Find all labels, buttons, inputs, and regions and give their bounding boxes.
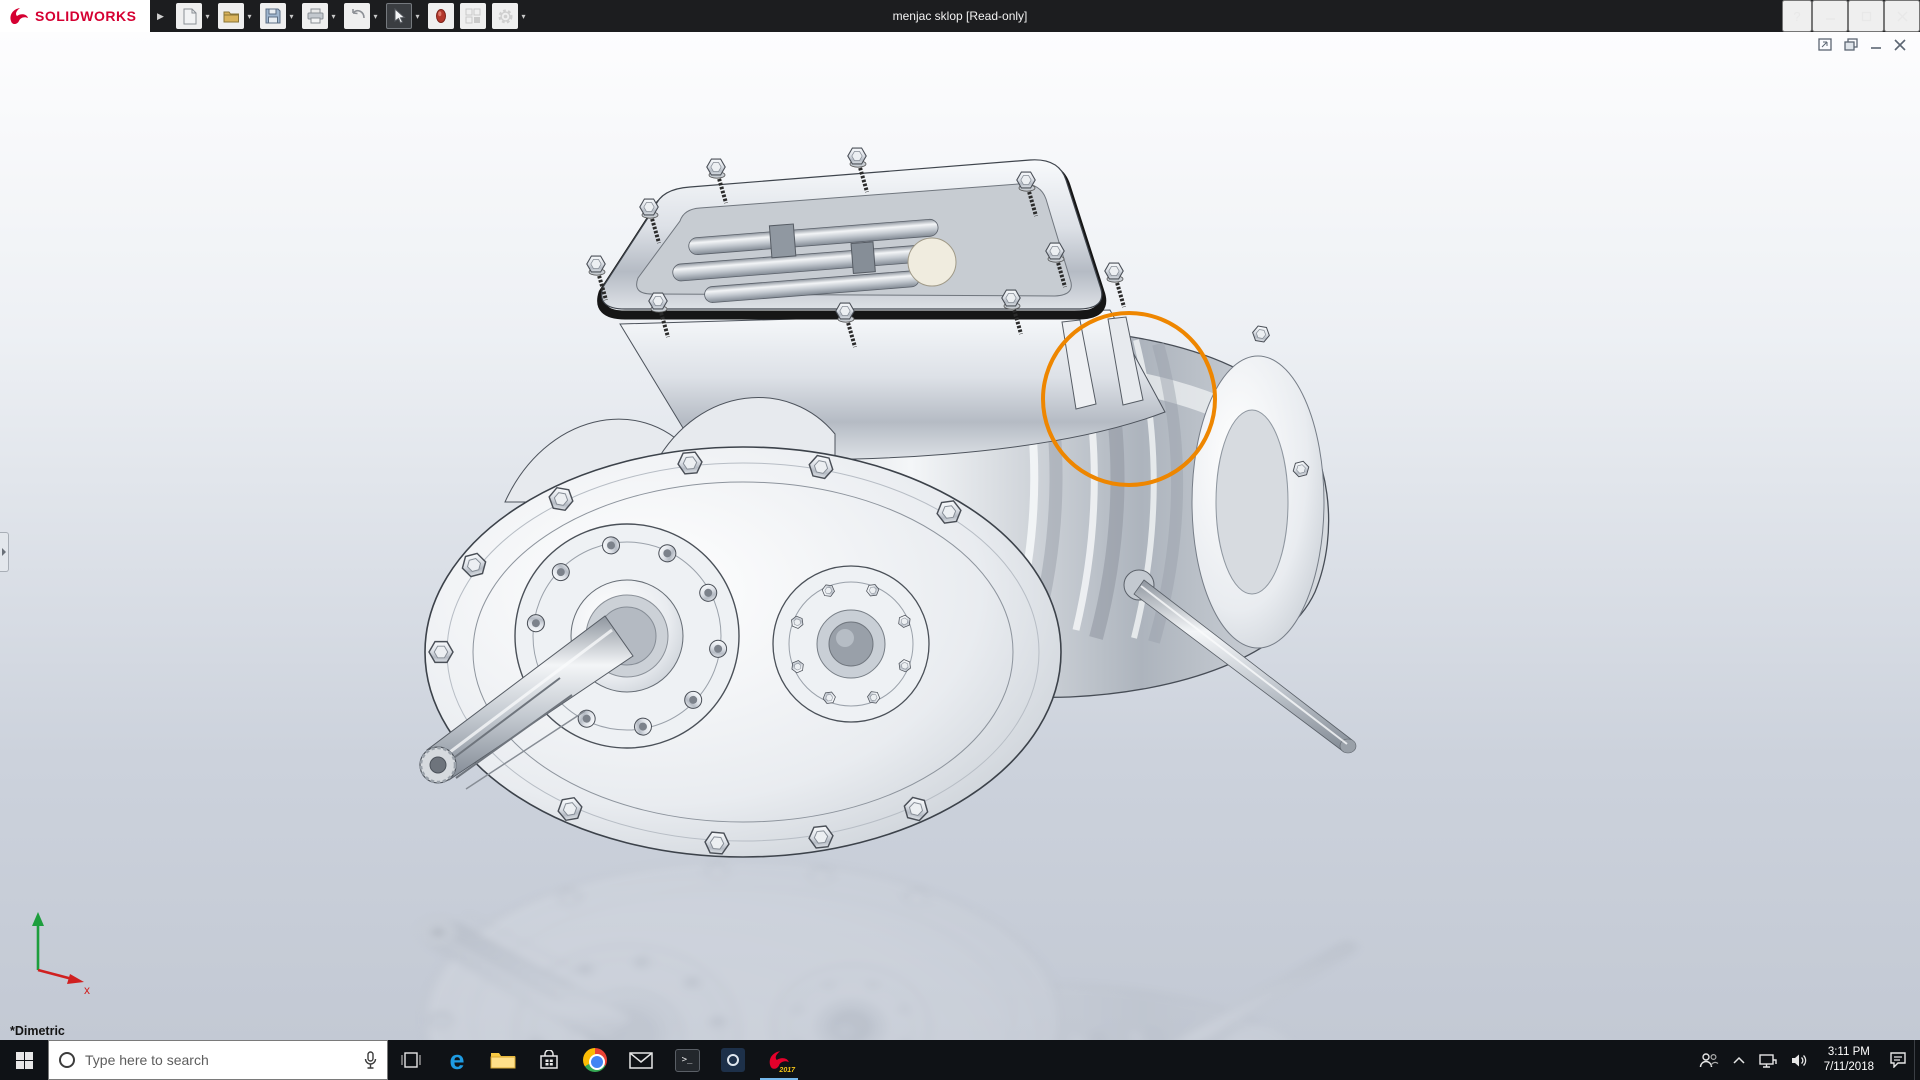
solidworks-logo-text: SOLIDWORKS bbox=[35, 8, 137, 24]
doc-new-window-button[interactable] bbox=[1818, 38, 1832, 51]
appearance-button[interactable] bbox=[428, 3, 455, 29]
display-style-icon bbox=[465, 8, 481, 24]
task-view-icon bbox=[401, 1052, 421, 1068]
mail-icon bbox=[629, 1051, 653, 1069]
new-document-button[interactable] bbox=[176, 3, 203, 29]
edge-icon: e bbox=[449, 1044, 465, 1075]
task-view-button[interactable] bbox=[388, 1040, 434, 1080]
display-style-button[interactable] bbox=[460, 3, 487, 29]
minimize-icon bbox=[1825, 17, 1835, 20]
minimize-button[interactable] bbox=[1812, 0, 1848, 32]
options-gear-icon bbox=[498, 9, 513, 23]
open-button[interactable] bbox=[218, 3, 245, 29]
undo-icon bbox=[352, 9, 365, 19]
taskbar-app-store[interactable] bbox=[526, 1040, 572, 1080]
solidworks-app-icon: 2017 bbox=[764, 1046, 795, 1074]
doc-minimize-icon bbox=[1871, 47, 1881, 49]
speaker-icon bbox=[1791, 1054, 1806, 1066]
save-button[interactable] bbox=[260, 3, 287, 29]
select-caret[interactable]: ▾ bbox=[412, 12, 422, 21]
network-button[interactable] bbox=[1752, 1040, 1784, 1080]
help-button[interactable]: ? bbox=[1782, 0, 1812, 32]
taskbar-app-solidworks[interactable]: 2017 bbox=[756, 1040, 802, 1080]
save-caret[interactable]: ▾ bbox=[286, 12, 296, 21]
document-window-controls bbox=[1818, 38, 1906, 51]
doc-minimize-button[interactable] bbox=[1870, 38, 1882, 51]
taskbar-app-mail[interactable] bbox=[618, 1040, 664, 1080]
action-center-button[interactable] bbox=[1882, 1040, 1914, 1080]
close-icon bbox=[1897, 11, 1907, 21]
new-window-icon bbox=[1818, 38, 1832, 51]
open-folder-icon bbox=[223, 11, 239, 23]
open-caret[interactable]: ▾ bbox=[244, 12, 254, 21]
clock-date: 7/11/2018 bbox=[1823, 1061, 1874, 1073]
print-button[interactable] bbox=[302, 3, 329, 29]
taskbar-app-edge[interactable]: e bbox=[434, 1040, 480, 1080]
people-button[interactable] bbox=[1692, 1040, 1726, 1080]
dassault-logo-icon bbox=[10, 8, 28, 24]
taskbar-clock[interactable]: 3:11 PM 7/11/2018 bbox=[1816, 1040, 1882, 1080]
doc-close-button[interactable] bbox=[1894, 38, 1906, 51]
gearbox-assembly-model bbox=[419, 148, 1357, 858]
taskbar-app-media[interactable] bbox=[710, 1040, 756, 1080]
cortana-icon bbox=[59, 1052, 75, 1068]
hidden-icons-button[interactable] bbox=[1726, 1040, 1752, 1080]
new-document-caret[interactable]: ▾ bbox=[202, 12, 212, 21]
3d-model-canvas bbox=[0, 32, 1920, 1040]
print-icon bbox=[307, 8, 324, 24]
titlebar: SOLIDWORKS ▶ ▾ ▾ ▾ ▾ ▾ ▾ ▾ menjac sklop … bbox=[0, 0, 1920, 32]
solidworks-app-window: SOLIDWORKS ▶ ▾ ▾ ▾ ▾ ▾ ▾ ▾ menjac sklop … bbox=[0, 0, 1920, 1080]
undo-caret[interactable]: ▾ bbox=[370, 12, 380, 21]
system-tray: 3:11 PM 7/11/2018 bbox=[1692, 1040, 1920, 1080]
options-button[interactable] bbox=[492, 3, 519, 29]
file-explorer-icon bbox=[490, 1053, 516, 1069]
media-app-icon bbox=[721, 1048, 745, 1072]
save-icon bbox=[265, 8, 281, 24]
people-icon bbox=[1699, 1053, 1719, 1068]
taskbar-app-console[interactable]: >_ bbox=[664, 1040, 710, 1080]
appearance-icon bbox=[436, 9, 447, 23]
new-document-icon bbox=[183, 8, 197, 24]
chrome-icon bbox=[583, 1048, 607, 1072]
solidworks-year-badge: 2017 bbox=[779, 1067, 795, 1074]
restore-icon bbox=[1844, 38, 1858, 51]
volume-button[interactable] bbox=[1784, 1040, 1816, 1080]
featuremanager-collapsed-tab[interactable] bbox=[0, 532, 9, 572]
taskbar-search[interactable] bbox=[48, 1040, 388, 1080]
options-caret[interactable]: ▾ bbox=[518, 12, 528, 21]
microphone-icon[interactable] bbox=[364, 1051, 377, 1069]
triad-x-label: x bbox=[84, 983, 90, 994]
taskbar-app-file-explorer[interactable] bbox=[480, 1040, 526, 1080]
quick-access-toolbar: ▾ ▾ ▾ ▾ ▾ ▾ ▾ bbox=[176, 3, 532, 29]
model-reflection bbox=[420, 861, 1356, 1041]
document-title: menjac sklop [Read-only] bbox=[892, 9, 1028, 23]
undo-button[interactable] bbox=[344, 3, 371, 29]
maximize-button[interactable] bbox=[1848, 0, 1884, 32]
close-button[interactable] bbox=[1884, 0, 1920, 32]
show-desktop-button[interactable] bbox=[1914, 1040, 1920, 1080]
print-caret[interactable]: ▾ bbox=[328, 12, 338, 21]
toolbar-flyout-arrow[interactable]: ▶ bbox=[150, 0, 170, 32]
doc-restore-button[interactable] bbox=[1844, 38, 1858, 51]
store-icon bbox=[540, 1050, 558, 1069]
select-cursor-icon bbox=[394, 8, 406, 24]
view-orientation-label: *Dimetric bbox=[10, 1024, 65, 1038]
start-button[interactable] bbox=[0, 1040, 48, 1080]
chevron-up-icon bbox=[1733, 1056, 1745, 1064]
orientation-triad: x bbox=[32, 912, 90, 994]
windows-taskbar: e >_ bbox=[0, 1040, 1920, 1080]
doc-close-icon bbox=[1894, 38, 1906, 51]
taskbar-app-chrome[interactable] bbox=[572, 1040, 618, 1080]
network-icon bbox=[1758, 1053, 1777, 1068]
select-tool-button[interactable] bbox=[386, 3, 413, 29]
window-controls: ? bbox=[1782, 0, 1920, 32]
action-center-icon bbox=[1890, 1052, 1906, 1068]
solidworks-logo: SOLIDWORKS bbox=[0, 0, 151, 32]
maximize-icon bbox=[1861, 11, 1871, 21]
search-input[interactable] bbox=[85, 1052, 354, 1068]
windows-logo-icon bbox=[15, 1051, 33, 1069]
clock-time: 3:11 PM bbox=[1827, 1046, 1870, 1059]
graphics-viewport[interactable]: x *Dimetric bbox=[0, 32, 1920, 1040]
terminal-icon: >_ bbox=[674, 1048, 700, 1072]
